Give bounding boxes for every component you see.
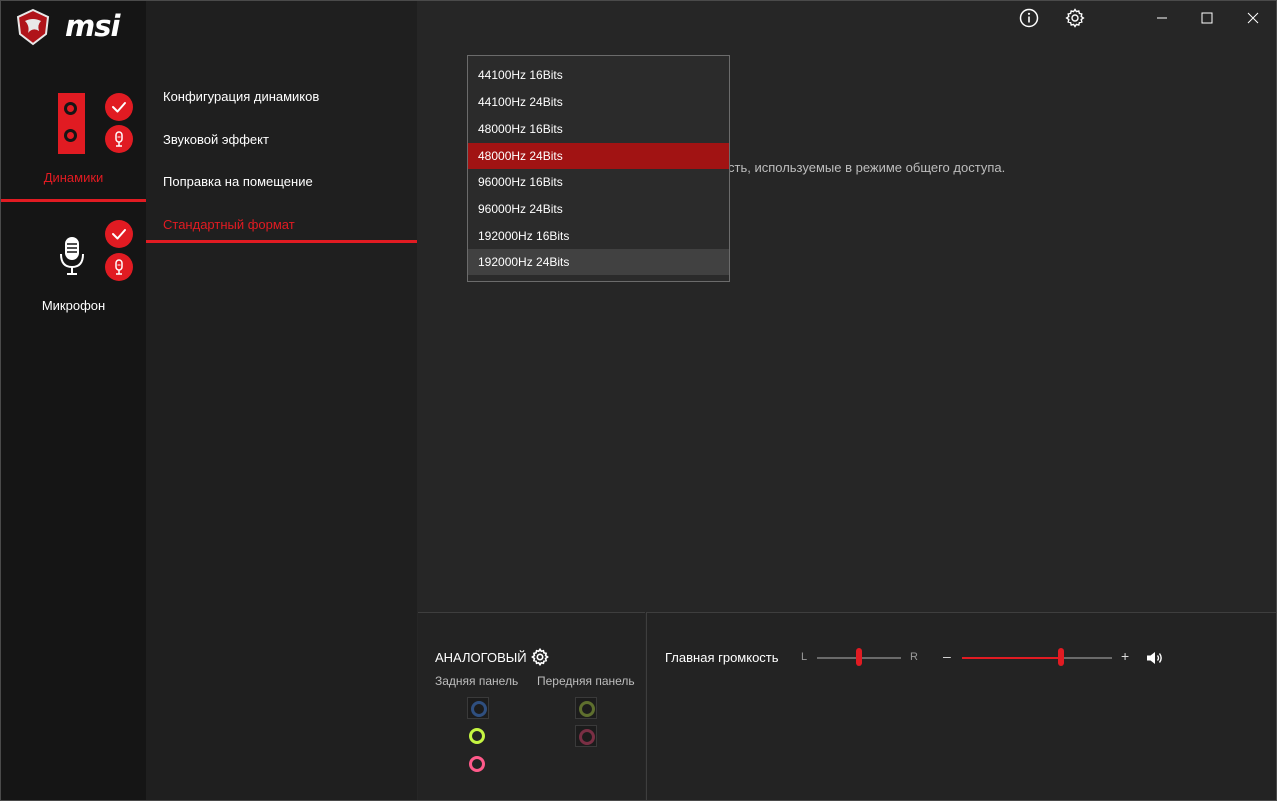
- dropdown-option[interactable]: 44100Hz 24Bits: [468, 89, 729, 115]
- brand-text: msi: [65, 9, 120, 43]
- speaker-volume-icon[interactable]: [1146, 650, 1164, 666]
- dropdown-option[interactable]: 192000Hz 16Bits: [468, 223, 729, 249]
- volume-minus[interactable]: –: [943, 648, 951, 664]
- mic-status-icon: [105, 253, 133, 281]
- dropdown-option[interactable]: 96000Hz 24Bits: [468, 196, 729, 222]
- dropdown-option-selected[interactable]: 48000Hz 24Bits: [468, 143, 729, 169]
- volume-panel: Главная громкость L R – +: [646, 612, 1277, 801]
- menu-item-sound-effect[interactable]: Звуковой эффект: [163, 132, 269, 147]
- balance-slider-thumb[interactable]: [856, 648, 862, 666]
- speaker-icon: [58, 93, 85, 154]
- speakers-label: Динамики: [43, 170, 104, 185]
- front-jack-pink[interactable]: [575, 725, 597, 747]
- dropdown-option[interactable]: 96000Hz 16Bits: [468, 169, 729, 195]
- maximize-icon[interactable]: [1197, 8, 1217, 28]
- minimize-icon[interactable]: [1152, 8, 1172, 28]
- volume-slider-thumb[interactable]: [1058, 648, 1064, 666]
- dropdown-option[interactable]: 48000Hz 16Bits: [468, 116, 729, 142]
- sample-rate-dropdown[interactable]: 44100Hz 16Bits 44100Hz 24Bits 48000Hz 16…: [467, 55, 730, 282]
- microphone-icon: [60, 237, 84, 275]
- microphone-label: Микрофон: [41, 298, 106, 313]
- device-speakers[interactable]: Динамики: [1, 76, 146, 202]
- check-icon: [105, 220, 133, 248]
- settings-menu: Конфигурация динамиков Звуковой эффект П…: [146, 1, 417, 800]
- menu-active-indicator: [146, 240, 417, 243]
- volume-plus[interactable]: +: [1121, 648, 1129, 664]
- info-icon[interactable]: [1019, 8, 1039, 28]
- rear-panel-label: Задняя панель: [435, 674, 519, 688]
- device-microphone[interactable]: Микрофон: [1, 211, 146, 321]
- balance-right-label: R: [910, 651, 918, 663]
- master-volume-label: Главная громкость: [665, 650, 779, 665]
- menu-item-room-correction[interactable]: Поправка на помещение: [163, 174, 313, 189]
- analog-panel: АНАЛОГОВЫЙ Задняя панель Передняя панель: [418, 612, 645, 801]
- volume-fill: [962, 657, 1061, 659]
- dragon-icon: [16, 8, 50, 46]
- dropdown-option[interactable]: 44100Hz 16Bits: [468, 62, 729, 88]
- front-panel-label: Передняя панель: [537, 674, 635, 688]
- msi-logo: msi: [13, 7, 138, 47]
- balance-left-label: L: [801, 651, 808, 663]
- speakers-active-indicator: [1, 199, 146, 202]
- check-icon: [105, 93, 133, 121]
- close-icon[interactable]: [1243, 8, 1263, 28]
- format-description: сть, используемые в режиме общего доступ…: [728, 160, 1006, 175]
- front-jack-green[interactable]: [575, 697, 597, 719]
- analog-title: АНАЛОГОВЫЙ: [435, 650, 527, 665]
- rear-jack-pink[interactable]: [467, 754, 489, 776]
- rear-jack-blue[interactable]: [467, 697, 489, 719]
- device-sidebar: msi Динамики Микрофон: [1, 1, 146, 800]
- dropdown-option-hovered[interactable]: 192000Hz 24Bits: [468, 249, 729, 275]
- mic-status-icon: [105, 125, 133, 153]
- analog-settings-icon[interactable]: [531, 648, 549, 666]
- gear-icon[interactable]: [1065, 8, 1085, 28]
- menu-item-speaker-config[interactable]: Конфигурация динамиков: [163, 89, 319, 104]
- rear-jack-lime[interactable]: [467, 726, 489, 748]
- menu-item-default-format[interactable]: Стандартный формат: [163, 217, 295, 232]
